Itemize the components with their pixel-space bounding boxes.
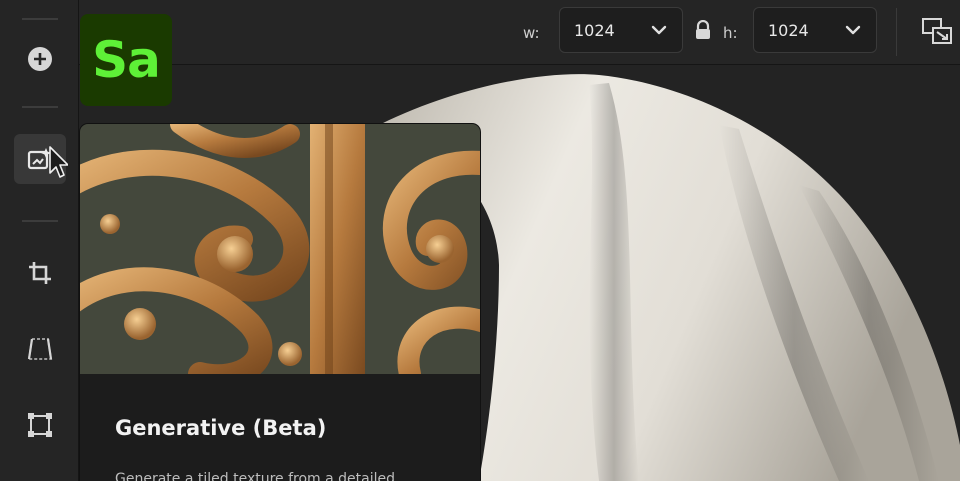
width-select[interactable]: 1024 (559, 7, 683, 53)
crop-icon (29, 262, 51, 284)
height-select[interactable]: 1024 (753, 7, 877, 53)
sidebar-tool-add[interactable] (14, 34, 66, 84)
add-circle-icon (28, 47, 52, 71)
perspective-icon (27, 338, 53, 360)
sidebar-tool-perspective[interactable] (14, 324, 66, 374)
carved-wood-texture-image (80, 124, 480, 374)
card-description: Generate a tiled texture from a detailed (115, 471, 396, 481)
height-value: 1024 (768, 20, 809, 40)
width-label: w: (523, 24, 540, 42)
tool-sidebar (0, 0, 79, 481)
chevron-down-icon (845, 25, 861, 35)
generative-tool-card: Generative (Beta) Generate a tiled textu… (80, 124, 480, 481)
sidebar-divider (22, 220, 58, 222)
sidebar-tool-transform[interactable] (14, 400, 66, 450)
toolbar-divider (896, 8, 897, 56)
sidebar-divider (22, 18, 58, 20)
sidebar-divider (22, 106, 58, 108)
width-value: 1024 (574, 20, 615, 40)
app-logo-text: Sa (92, 31, 161, 89)
mouse-cursor-icon (49, 146, 68, 178)
sidebar-tool-crop[interactable] (14, 248, 66, 298)
lock-icon[interactable] (694, 20, 712, 40)
fit-view-icon[interactable] (920, 16, 954, 46)
height-label: h: (723, 24, 738, 42)
app-logo[interactable]: Sa (80, 14, 172, 106)
transform-icon (28, 413, 52, 437)
card-title: Generative (Beta) (115, 416, 327, 440)
chevron-down-icon (651, 25, 667, 35)
